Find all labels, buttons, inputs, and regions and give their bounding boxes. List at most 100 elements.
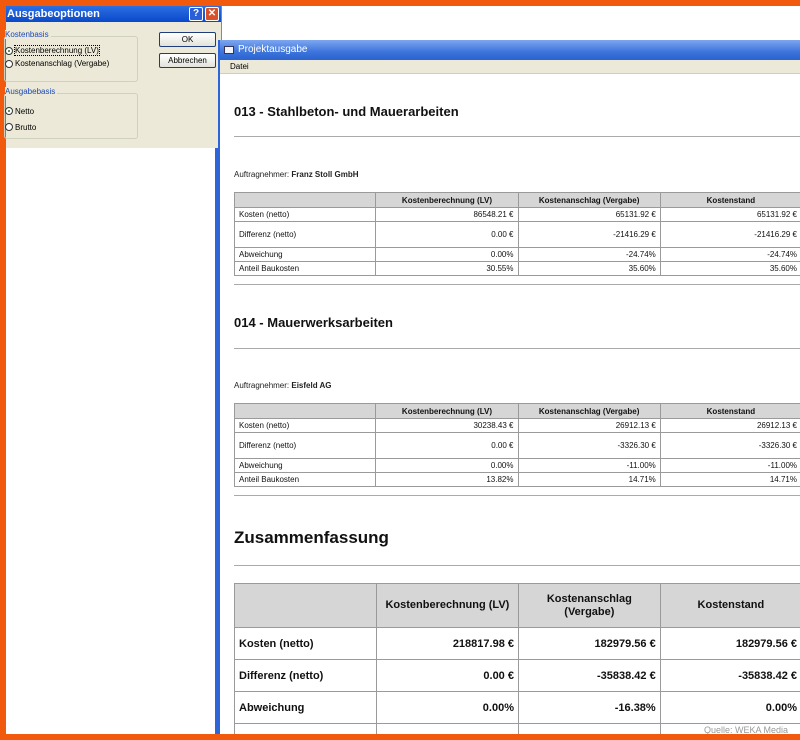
column-header: Kostenstand	[659, 192, 800, 208]
column-header: Kostenberechnung (LV)	[375, 403, 519, 419]
header-empty	[234, 583, 377, 628]
radio-dot[interactable]	[5, 46, 13, 55]
help-button[interactable]: ?	[189, 7, 203, 21]
background-window	[222, 6, 800, 40]
row-label: Abweichung	[234, 691, 377, 724]
cell-value: 26912.13 €	[659, 418, 800, 433]
ausgabeoptionen-dialog: Ausgabeoptionen ? ✕ Kostenbasis Kostenbe…	[4, 6, 222, 148]
cell-value: 182979.56 €	[517, 627, 661, 660]
section-title: 014 - Mauerwerksarbeiten	[234, 315, 393, 330]
cell-value: 14.71%	[517, 472, 661, 487]
row-label: Differenz (netto)	[234, 659, 377, 692]
column-header: Kostenstand	[659, 583, 800, 628]
column-header: Kostenanschlag (Vergabe)	[517, 192, 661, 208]
cell-value: 13.82%	[375, 472, 519, 487]
row-label: Anteil Baukosten	[233, 261, 377, 276]
table-row: Differenz (netto) 0.00 € -21416.29 € -21…	[233, 221, 800, 248]
ausgabebasis-group: Ausgabebasis Netto Brutto	[4, 87, 138, 139]
table-row: Anteil Baukosten 30.55% 35.60% 35.60%	[233, 261, 800, 276]
contractor-label: Auftragnehmer:	[234, 170, 290, 179]
cancel-button[interactable]: Abbrechen	[159, 53, 216, 68]
cell-value: 100.00%	[517, 723, 661, 734]
cell-value: 65131.92 €	[659, 207, 800, 222]
row-label: Differenz (netto)	[233, 432, 377, 459]
row-label: Abweichung	[233, 458, 377, 473]
cell-value: 35.60%	[659, 261, 800, 276]
cell-value: 182979.56 €	[659, 627, 800, 660]
cell-value: -24.74%	[659, 247, 800, 262]
cell-value: 0.00 €	[375, 659, 519, 692]
kostenbasis-legend: Kostenbasis	[5, 30, 51, 39]
header-empty	[233, 192, 377, 208]
cell-value: 30238.43 €	[375, 418, 519, 433]
column-header: Kostenanschlag (Vergabe)	[517, 583, 661, 628]
divider	[234, 284, 800, 285]
row-label: Kosten (netto)	[233, 418, 377, 433]
cell-value: 218817.98 €	[375, 627, 519, 660]
radio-dot[interactable]	[5, 59, 13, 68]
cell-value: 100.00%	[375, 723, 519, 734]
close-button[interactable]: ✕	[205, 7, 219, 21]
contractor-label: Auftragnehmer:	[234, 381, 290, 390]
table-row: Kosten (netto) 30238.43 € 26912.13 € 269…	[233, 418, 800, 433]
radio-dot[interactable]	[5, 123, 13, 131]
divider	[234, 136, 800, 137]
cell-value: 30.55%	[375, 261, 519, 276]
radio-label: Netto	[15, 106, 35, 116]
cost-table: Kostenberechnung (LV) Kostenanschlag (Ve…	[233, 192, 800, 276]
cell-value: 0.00%	[375, 691, 519, 724]
table-header-row: Kostenberechnung (LV) Kostenanschlag (Ve…	[233, 192, 800, 208]
row-label: Abweichung	[233, 247, 377, 262]
cell-value: -16.38%	[517, 691, 661, 724]
table-header-row: Kostenberechnung (LV) Kostenanschlag (Ve…	[233, 403, 800, 419]
contractor-name: Eisfeld AG	[291, 381, 332, 390]
row-label: Anteil Baukosten	[233, 472, 377, 487]
column-header: Kostenstand	[659, 403, 800, 419]
cell-value: 0.00 €	[375, 221, 519, 248]
table-row: Abweichung 0.00% -11.00% -11.00%	[233, 458, 800, 473]
section-title: 013 - Stahlbeton- und Mauerarbeiten	[234, 104, 459, 119]
contractor-line: Auftragnehmer: Franz Stoll GmbH	[234, 170, 359, 179]
contractor-line: Auftragnehmer: Eisfeld AG	[234, 381, 332, 390]
source-watermark: Quelle: WEKA Media	[704, 725, 789, 734]
row-label: Kosten (netto)	[234, 627, 377, 660]
radio-brutto[interactable]: Brutto	[5, 119, 137, 135]
ok-button[interactable]: OK	[159, 32, 216, 47]
cell-value: 0.00 €	[375, 432, 519, 459]
ausgabebasis-legend: Ausgabebasis	[5, 87, 58, 96]
app-icon	[224, 46, 234, 54]
table-row: Abweichung 0.00% -16.38% 0.00%	[234, 691, 800, 724]
cell-value: -11.00%	[659, 458, 800, 473]
cell-value: -24.74%	[517, 247, 661, 262]
cell-value: 26912.13 €	[517, 418, 661, 433]
contractor-name: Franz Stoll GmbH	[291, 170, 359, 179]
column-header: Kostenberechnung (LV)	[375, 583, 519, 628]
radio-netto[interactable]: Netto	[5, 103, 137, 119]
cell-value: -21416.29 €	[659, 221, 800, 248]
dialog-titlebar[interactable]: Ausgabeoptionen ? ✕	[6, 6, 221, 22]
menubar: Datei	[220, 60, 800, 74]
divider	[234, 348, 800, 349]
row-label: Anteil Baukosten	[234, 723, 377, 734]
radio-dot[interactable]	[5, 107, 13, 115]
summary-title: Zusammenfassung	[234, 528, 389, 547]
projektausgabe-window: Projektausgabe Datei 013 - Stahlbeton- u…	[218, 40, 800, 734]
cell-value: 0.00%	[375, 247, 519, 262]
menu-item-datei[interactable]: Datei	[230, 62, 249, 71]
window-titlebar[interactable]: Projektausgabe	[220, 40, 800, 60]
divider	[234, 565, 800, 566]
table-row: Abweichung 0.00% -24.74% -24.74%	[233, 247, 800, 262]
column-header: Kostenberechnung (LV)	[375, 192, 519, 208]
column-header: Kostenanschlag (Vergabe)	[517, 403, 661, 419]
cell-value: 65131.92 €	[517, 207, 661, 222]
header-empty	[233, 403, 377, 419]
cell-value: 0.00%	[375, 458, 519, 473]
radio-kostenanschlag[interactable]: Kostenanschlag (Vergabe)	[5, 57, 137, 70]
cell-value: -3326.30 €	[659, 432, 800, 459]
table-row: Differenz (netto) 0.00 € -3326.30 € -332…	[233, 432, 800, 459]
radio-kostenberechnung[interactable]: Kostenberechnung (LV)	[5, 44, 137, 57]
row-label: Kosten (netto)	[233, 207, 377, 222]
summary-table: Kostenberechnung (LV) Kostenanschlag (Ve…	[234, 583, 800, 734]
table-row: Anteil Baukosten 13.82% 14.71% 14.71%	[233, 472, 800, 487]
cell-value: 0.00%	[659, 691, 800, 724]
